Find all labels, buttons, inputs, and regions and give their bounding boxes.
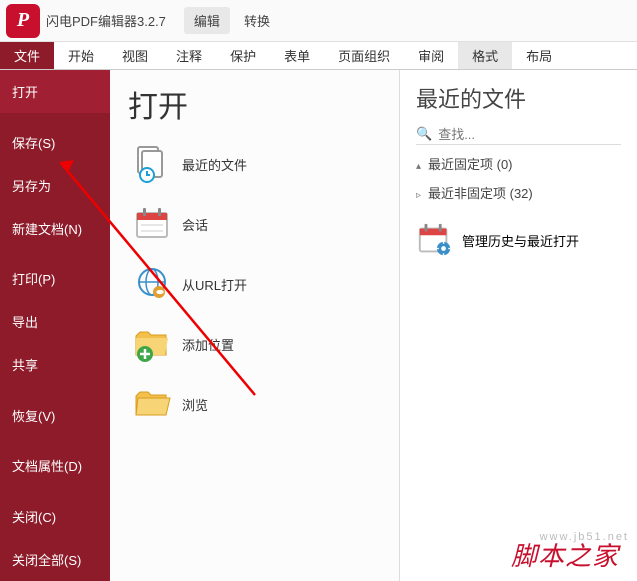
ribbon-form[interactable]: 表单	[270, 42, 324, 69]
sidebar-docprops[interactable]: 文档属性(D)	[0, 444, 110, 487]
ribbon-view[interactable]: 视图	[108, 42, 162, 69]
open-session-label: 会话	[182, 215, 208, 234]
recent-heading: 最近的文件	[416, 82, 621, 114]
calendar-gear-icon	[416, 221, 454, 259]
sidebar-share[interactable]: 共享	[0, 343, 110, 386]
open-browse[interactable]: 浏览	[110, 374, 399, 434]
ribbon-protect[interactable]: 保护	[216, 42, 270, 69]
folder-plus-icon	[132, 324, 172, 364]
recent-search[interactable]: 🔍	[416, 124, 621, 145]
ribbon-file[interactable]: 文件	[0, 42, 54, 69]
ribbon: 文件 开始 视图 注释 保护 表单 页面组织 审阅 格式 布局	[0, 42, 637, 70]
tree-unpinned[interactable]: ▹最近非固定项 (32)	[416, 178, 621, 207]
open-panel: 打开 最近的文件 会话 从URL打开 添加位置 浏览	[110, 70, 400, 581]
ribbon-layout[interactable]: 布局	[512, 42, 566, 69]
globe-link-icon	[132, 264, 172, 304]
sidebar-closeall[interactable]: 关闭全部(S)	[0, 538, 110, 581]
open-recent[interactable]: 最近的文件	[110, 134, 399, 194]
open-fromurl[interactable]: 从URL打开	[110, 254, 399, 314]
sidebar-saveas[interactable]: 另存为	[0, 164, 110, 207]
open-heading: 打开	[110, 70, 399, 134]
recent-panel: 最近的文件 🔍 ▴最近固定项 (0) ▹最近非固定项 (32) 管理历史与最近打…	[400, 70, 637, 581]
sidebar-close[interactable]: 关闭(C)	[0, 495, 110, 538]
chevron-right-icon: ▹	[416, 190, 426, 201]
folder-open-icon	[132, 384, 172, 424]
file-sidebar: 打开 保存(S) 另存为 新建文档(N) 打印(P) 导出 共享 恢复(V) 文…	[0, 70, 110, 581]
ribbon-start[interactable]: 开始	[54, 42, 108, 69]
chevron-down-icon: ▴	[416, 161, 426, 172]
ribbon-format[interactable]: 格式	[458, 42, 512, 69]
sidebar-open[interactable]: 打开	[0, 70, 110, 113]
open-session[interactable]: 会话	[110, 194, 399, 254]
open-addlocation[interactable]: 添加位置	[110, 314, 399, 374]
sidebar-recover[interactable]: 恢复(V)	[0, 394, 110, 437]
sidebar-export[interactable]: 导出	[0, 300, 110, 343]
open-recent-label: 最近的文件	[182, 155, 247, 174]
manage-history[interactable]: 管理历史与最近打开	[416, 221, 621, 259]
open-addlocation-label: 添加位置	[182, 335, 234, 354]
sidebar-print[interactable]: 打印(P)	[0, 257, 110, 300]
ribbon-review[interactable]: 审阅	[404, 42, 458, 69]
tab-edit[interactable]: 编辑	[184, 7, 230, 34]
tree-pinned[interactable]: ▴最近固定项 (0)	[416, 149, 621, 178]
documents-clock-icon	[132, 144, 172, 184]
app-title: 闪电PDF编辑器3.2.7	[46, 11, 166, 30]
tab-convert[interactable]: 转换	[234, 7, 280, 34]
search-icon: 🔍	[416, 126, 432, 142]
sidebar-save[interactable]: 保存(S)	[0, 121, 110, 164]
titlebar: P 闪电PDF编辑器3.2.7 编辑 转换	[0, 0, 637, 42]
search-input[interactable]	[438, 127, 621, 142]
manage-history-label: 管理历史与最近打开	[462, 231, 579, 250]
app-logo-icon: P	[6, 4, 40, 38]
ribbon-pageorg[interactable]: 页面组织	[324, 42, 404, 69]
ribbon-annotate[interactable]: 注释	[162, 42, 216, 69]
calendar-icon	[132, 204, 172, 244]
sidebar-new[interactable]: 新建文档(N)	[0, 207, 110, 250]
watermark-text: 脚本之家	[511, 536, 619, 573]
open-browse-label: 浏览	[182, 395, 208, 414]
open-fromurl-label: 从URL打开	[182, 275, 247, 294]
